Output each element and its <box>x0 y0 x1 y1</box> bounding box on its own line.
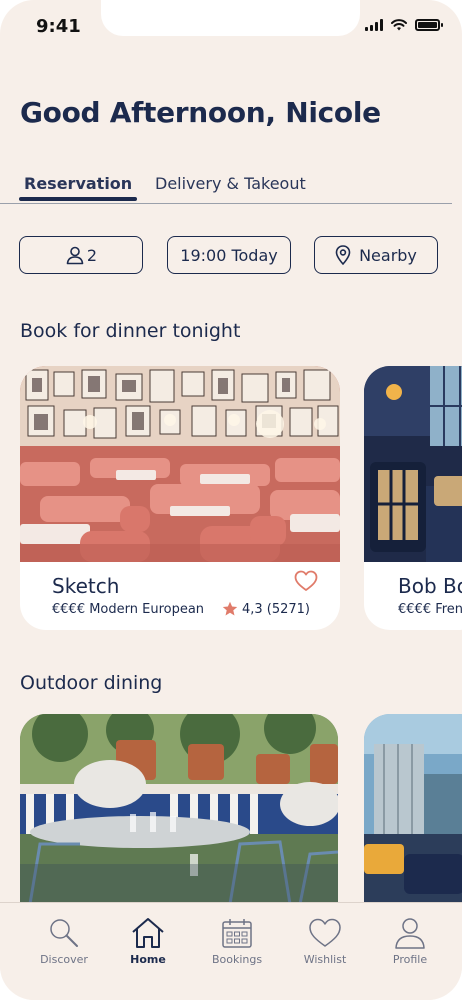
status-icons <box>365 19 443 31</box>
nav-label: Wishlist <box>303 953 347 966</box>
user-icon <box>395 918 425 949</box>
tab-reservation[interactable]: Reservation <box>18 174 138 201</box>
restaurant-card-bob-bo[interactable]: Bob Bo €€€€ Fren <box>364 366 462 630</box>
restaurant-name: Bob Bo <box>398 574 462 598</box>
person-icon <box>66 246 84 265</box>
tab-bar: Reservation Delivery & Takeout <box>0 170 452 204</box>
restaurant-meta: €€€€ Modern European <box>52 602 205 617</box>
guests-count: 2 <box>86 245 98 265</box>
tab-delivery-takeout[interactable]: Delivery & Takeout <box>155 174 306 193</box>
restaurant-name: Sketch <box>52 574 120 598</box>
greeting-title: Good Afternoon, Nicole <box>20 96 381 129</box>
status-time: 9:41 <box>36 16 81 37</box>
rating-value: 4,3 (5271) <box>241 601 310 617</box>
section-title-outdoor: Outdoor dining <box>20 672 163 694</box>
nav-discover[interactable]: Discover <box>24 917 104 966</box>
nav-label: Home <box>130 953 166 966</box>
location-pin-icon <box>335 245 351 265</box>
restaurant-photo <box>364 366 462 562</box>
outdoor-photo <box>20 714 338 905</box>
bottom-navigation: Discover Home Bookings Wishlist Profile <box>0 902 462 1000</box>
section-title-dinner: Book for dinner tonight <box>20 320 241 342</box>
home-icon <box>132 918 164 948</box>
restaurant-card-sketch[interactable]: Sketch €€€€ Modern European 4,3 (5271) <box>20 366 340 630</box>
filter-row: 2 19:00 Today Nearby <box>0 236 462 276</box>
location-label: Nearby <box>359 245 417 265</box>
battery-icon <box>415 19 443 31</box>
restaurant-meta: €€€€ Fren <box>398 602 462 617</box>
device-notch <box>101 0 360 36</box>
calendar-icon <box>222 919 252 948</box>
outdoor-photo <box>364 714 462 904</box>
signal-icon <box>365 19 383 31</box>
heart-icon[interactable] <box>294 570 318 592</box>
search-icon <box>50 919 78 947</box>
wifi-icon <box>391 19 407 31</box>
star-icon <box>222 601 238 616</box>
restaurant-rating: 4,3 (5271) <box>222 601 310 617</box>
guests-filter-button[interactable]: 2 <box>19 236 143 274</box>
time-label: 19:00 Today <box>180 245 278 265</box>
phone-screen: 9:41 Good Afternoon, Nicole Reservation … <box>0 0 462 1000</box>
location-filter-button[interactable]: Nearby <box>314 236 438 274</box>
nav-label: Bookings <box>211 953 263 966</box>
nav-home[interactable]: Home <box>108 917 188 966</box>
restaurant-photo <box>20 366 340 562</box>
nav-label: Discover <box>40 953 88 966</box>
nav-wishlist[interactable]: Wishlist <box>285 917 365 966</box>
nav-profile[interactable]: Profile <box>370 917 450 966</box>
time-filter-button[interactable]: 19:00 Today <box>167 236 291 274</box>
nav-bookings[interactable]: Bookings <box>197 917 277 966</box>
nav-label: Profile <box>392 953 428 966</box>
heart-icon <box>309 918 341 947</box>
